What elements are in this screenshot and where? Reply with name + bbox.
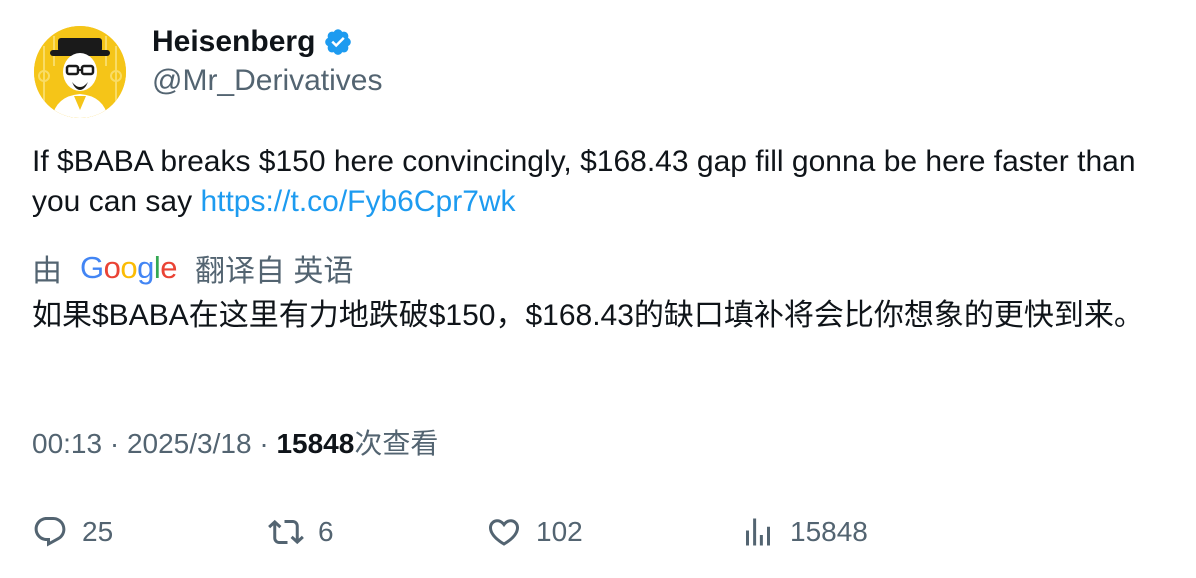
tweet-time[interactable]: 00:13: [32, 428, 102, 459]
verified-badge-icon: [325, 29, 352, 55]
analytics-icon: [746, 518, 770, 546]
author-name-row: Heisenberg: [152, 24, 353, 60]
translation-attribution: 由 Google 翻译自 英语: [32, 248, 353, 288]
reply-button[interactable]: 25: [32, 510, 113, 554]
reply-count: 25: [82, 516, 114, 547]
display-name[interactable]: Heisenberg: [152, 24, 315, 60]
views-count: 15848: [276, 428, 355, 459]
tweet-date[interactable]: 2025/3/18: [127, 428, 252, 459]
translated-text: 如果$BABA在这里有力地跌破$150，$168.43的缺口填补将会比你想象的更…: [32, 299, 1144, 332]
retweet-icon: [268, 519, 304, 545]
views-button[interactable]: 15848: [740, 510, 868, 554]
google-logo: Google: [80, 250, 178, 285]
tweet-link[interactable]: https://t.co/Fyb6Cpr7wk: [200, 185, 515, 218]
retweet-button[interactable]: 6: [268, 510, 334, 554]
author-handle[interactable]: @Mr_Derivatives: [152, 63, 383, 99]
avatar[interactable]: [34, 26, 126, 118]
views-action-count: 15848: [790, 516, 868, 547]
action-bar: 25 6 102 15848: [32, 510, 1162, 554]
views-suffix: 次查看: [354, 428, 439, 459]
tweet-card: Heisenberg @Mr_Derivatives If $BABA brea…: [0, 0, 1196, 578]
meta-separator: ·: [251, 428, 277, 459]
translation-prefix: 由: [32, 255, 62, 288]
like-count: 102: [536, 516, 583, 547]
retweet-count: 6: [318, 516, 334, 547]
like-button[interactable]: 102: [486, 510, 583, 554]
tweet-text-content: If $BABA breaks $150 here convincingly, …: [32, 145, 1136, 218]
heart-icon: [488, 519, 520, 546]
translation-suffix: 翻译自 英语: [195, 255, 354, 288]
heisenberg-avatar-icon: [34, 26, 126, 118]
tweet-meta: 00:13 · 2025/3/18 · 15848次查看: [32, 424, 438, 464]
tweet-text: If $BABA breaks $150 here convincingly, …: [32, 142, 1162, 222]
reply-icon: [34, 517, 66, 547]
meta-separator: ·: [102, 428, 127, 459]
